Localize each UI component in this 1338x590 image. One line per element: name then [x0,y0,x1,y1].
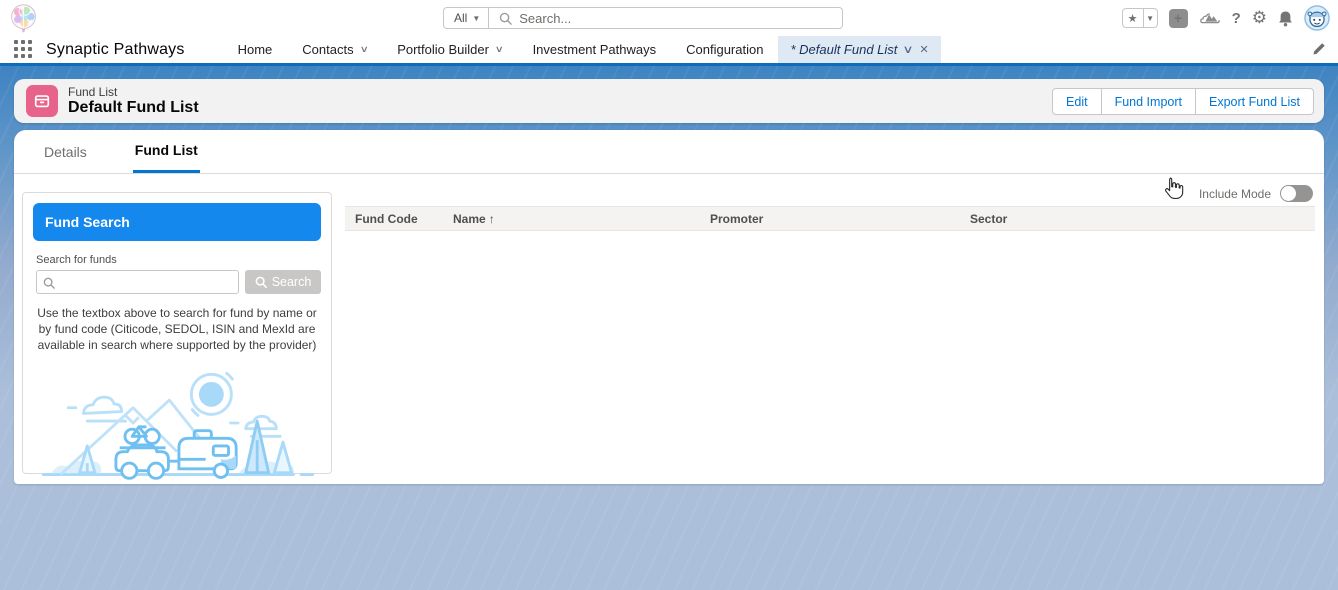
fund-search-panel: Fund Search Search for funds Search Use … [22,192,332,480]
trailhead-mountain-icon[interactable] [1199,9,1221,27]
toggle-knob [1281,186,1296,201]
fund-search-help-text: Use the textbox above to search for fund… [37,306,317,353]
global-search: All ▼ [443,7,843,29]
fund-list-record-icon [26,85,58,117]
page-header-card: Fund List Default Fund List Edit Fund Im… [14,79,1324,123]
sort-ascending-icon: ↑ [488,212,495,226]
search-scope-dropdown[interactable]: All ▼ [444,8,490,28]
fund-table-region: Include Mode Fund Code Name ↑ Promoter Se… [345,184,1315,231]
salesforce-console: All ▼ ★ ▼ + ? ⚙ [0,0,1338,590]
column-header-sector[interactable]: Sector [970,212,1007,226]
fund-search-input[interactable] [36,270,239,294]
global-search-input[interactable] [519,10,842,26]
notifications-bell-icon[interactable] [1278,10,1293,27]
tab-fund-list[interactable]: Fund List [132,130,200,173]
nav-tab-portfolio-builder[interactable]: Portfolio Builder ∨ [382,36,517,63]
search-icon [43,276,55,294]
nav-tab-configuration[interactable]: Configuration [671,36,778,63]
company-logo-brain-icon [7,2,40,35]
column-header-name[interactable]: Name ↑ [453,212,495,226]
favorite-star-icon[interactable]: ★ [1121,8,1144,28]
tab-details[interactable]: Details [42,130,89,173]
app-name: Synaptic Pathways [46,40,185,58]
record-tabs: Details Fund List [14,130,1324,174]
edit-button[interactable]: Edit [1052,88,1102,115]
fund-import-button[interactable]: Fund Import [1101,88,1196,115]
chevron-down-icon[interactable]: ∨ [495,44,504,55]
fund-search-panel-title: Fund Search [33,203,321,241]
include-mode-label: Include Mode [1198,186,1271,201]
page-title: Default Fund List [68,99,199,116]
app-launcher-icon[interactable] [14,40,33,59]
fund-search-row: Search [36,270,321,294]
setup-gear-icon[interactable]: ⚙ [1252,8,1267,28]
global-header: All ▼ ★ ▼ + ? ⚙ [0,0,1338,36]
app-nav-bar: Synaptic Pathways Home Contacts ∨ Portfo… [0,36,1338,63]
edit-nav-pencil-icon[interactable] [1312,42,1326,61]
search-scope-label: All [454,11,468,25]
search-icon [499,12,513,25]
chevron-down-icon[interactable]: ∨ [359,44,368,55]
column-header-promoter[interactable]: Promoter [710,212,763,226]
nav-tab-contacts[interactable]: Contacts ∨ [287,36,382,63]
page-canvas: Fund List Default Fund List Edit Fund Im… [0,63,1338,590]
nav-tabs: Home Contacts ∨ Portfolio Builder ∨ Inve… [223,36,941,63]
nav-tab-default-fund-list-active[interactable]: * Default Fund List ∨ ✕ [778,36,941,63]
page-actions: Edit Fund Import Export Fund List [1052,88,1314,115]
global-actions-plus-icon[interactable]: + [1168,8,1188,28]
export-fund-list-button[interactable]: Export Fund List [1195,88,1314,115]
nav-tab-home[interactable]: Home [223,36,288,63]
favorites-control: ★ ▼ [1121,8,1158,28]
favorites-dropdown-icon[interactable]: ▼ [1143,8,1158,28]
fund-table-header: Fund Code Name ↑ Promoter Sector [345,206,1315,231]
header-utility-icons: ★ ▼ + ? ⚙ [1121,5,1330,31]
nav-tab-investment-pathways[interactable]: Investment Pathways [518,36,672,63]
chevron-down-icon: ▼ [472,13,481,23]
close-tab-icon[interactable]: ✕ [919,43,928,56]
search-for-funds-label: Search for funds [36,254,117,266]
chevron-down-icon[interactable]: ∨ [903,43,914,56]
fund-search-button[interactable]: Search [245,270,321,294]
include-mode-toggle[interactable] [1280,185,1313,202]
user-avatar-astro[interactable] [1304,5,1330,31]
record-type-label: Fund List [68,85,118,99]
camping-illustration [33,360,321,491]
column-header-fund-code[interactable]: Fund Code [355,212,418,226]
main-content-card: Details Fund List Fund Search Search for… [14,130,1324,484]
page-header-text: Fund List Default Fund List [68,85,199,117]
include-mode-row: Include Mode [345,184,1315,203]
help-question-icon[interactable]: ? [1232,10,1241,27]
